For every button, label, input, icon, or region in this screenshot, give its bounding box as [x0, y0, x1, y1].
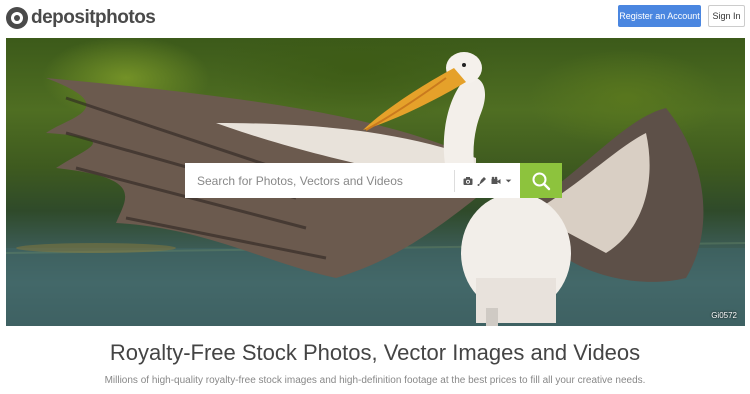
video-camera-icon — [491, 176, 501, 184]
logo[interactable]: depositphotos — [6, 5, 156, 31]
search-input[interactable] — [185, 164, 455, 197]
search-button[interactable] — [520, 163, 562, 198]
site-header: depositphotos Register an Account Sign I… — [0, 0, 750, 36]
photo-credit: Gi0572 — [711, 311, 737, 320]
vector-pen-icon — [477, 176, 486, 186]
content-type-selector[interactable] — [454, 163, 512, 198]
chevron-down-icon — [505, 179, 512, 182]
search-field-wrapper — [185, 163, 520, 198]
divider — [454, 169, 455, 192]
logo-camera-icon — [6, 7, 28, 29]
register-button[interactable]: Register an Account — [618, 5, 701, 27]
logo-text: depositphotos — [31, 7, 156, 28]
search-bar — [185, 163, 562, 198]
signin-button[interactable]: Sign In — [708, 5, 745, 27]
page-subtitle: Millions of high-quality royalty-free st… — [104, 375, 646, 386]
camera-icon — [463, 176, 473, 185]
page-title: Royalty-Free Stock Photos, Vector Images… — [109, 340, 641, 365]
magnifier-icon — [532, 172, 551, 190]
